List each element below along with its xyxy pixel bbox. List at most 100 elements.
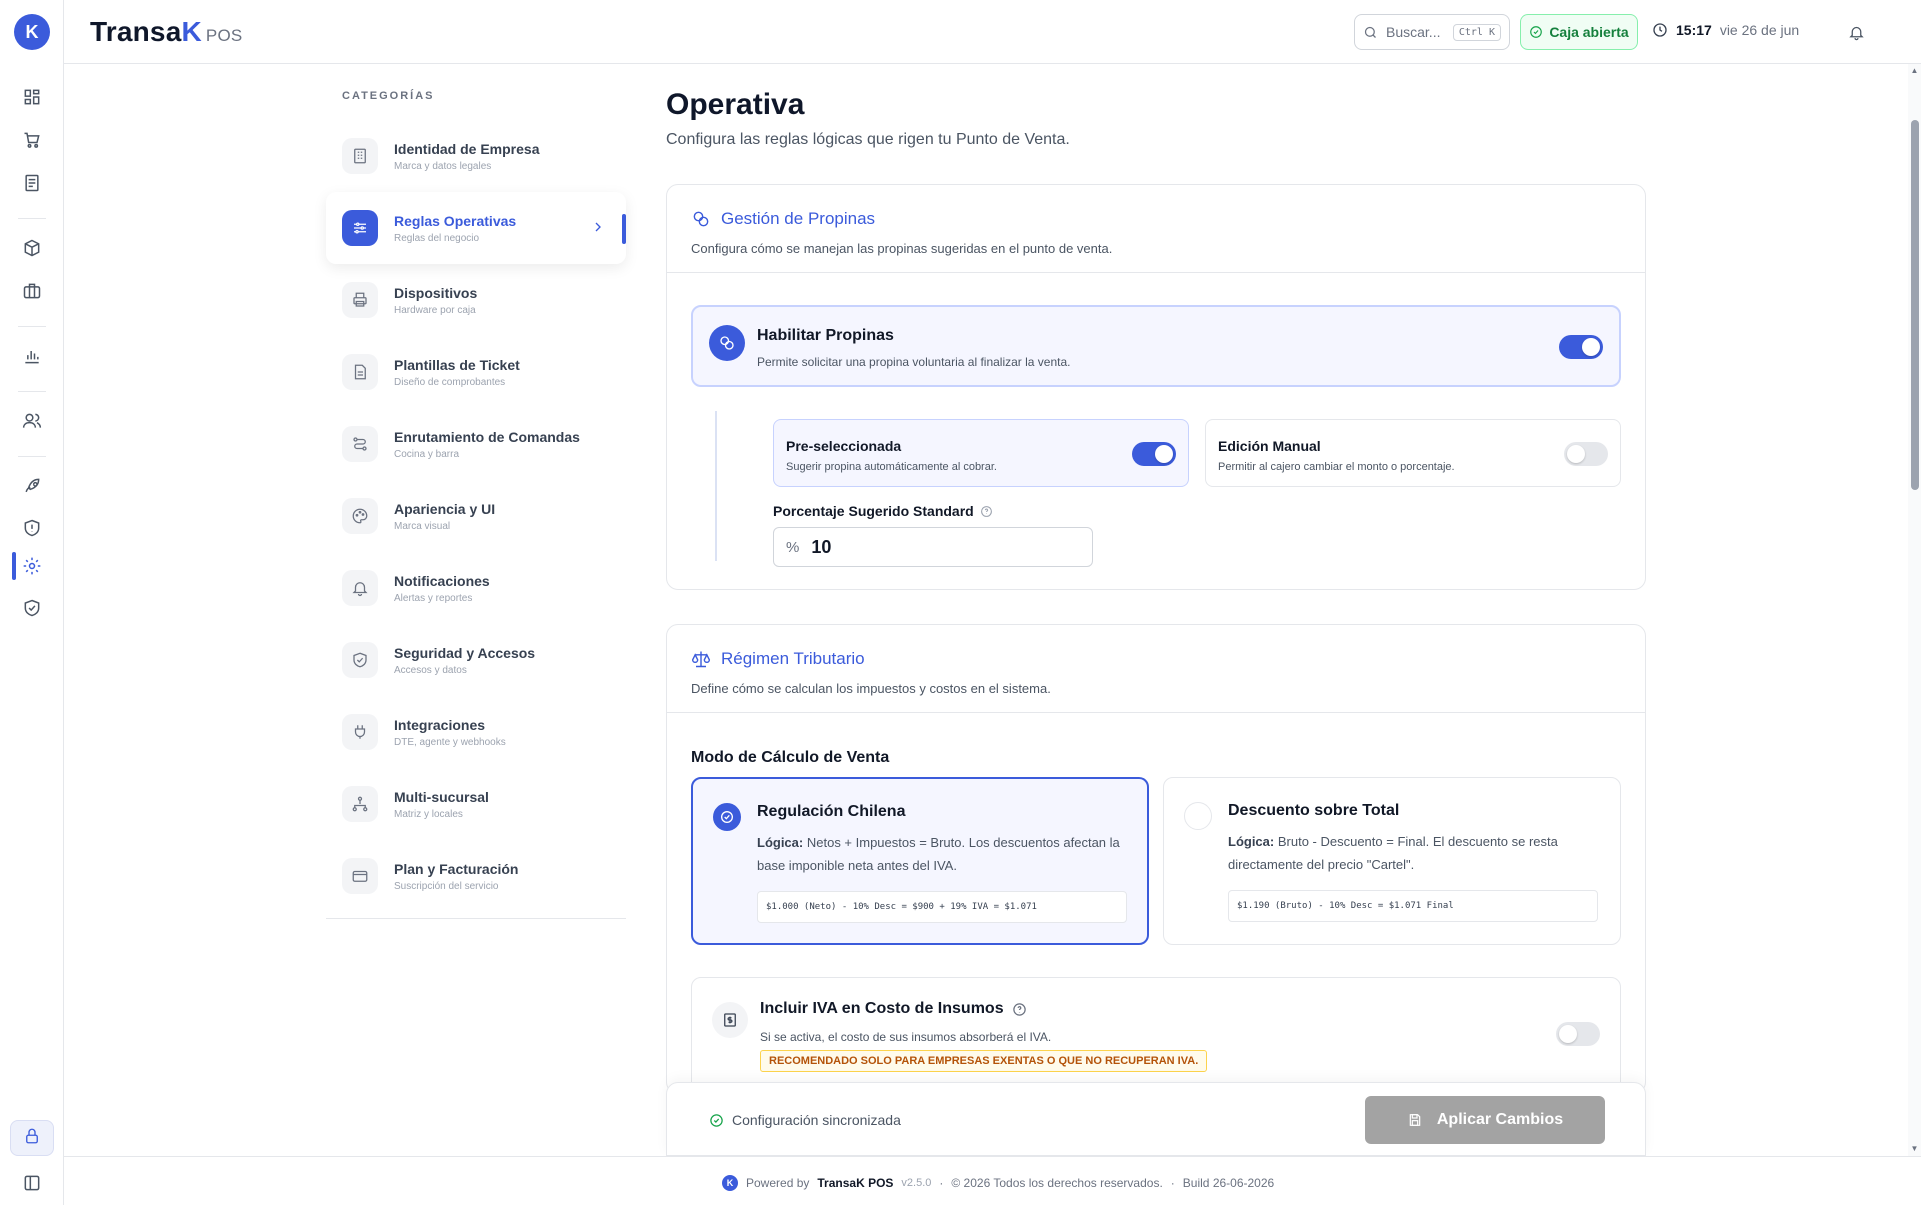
mode-total-description: Lógica: Bruto - Descuento = Final. El de…: [1228, 830, 1598, 876]
rocket-icon[interactable]: [17, 471, 47, 501]
bar-chart-icon[interactable]: [17, 341, 47, 371]
category-plan[interactable]: Plan y Facturación Suscripción del servic…: [326, 840, 626, 912]
category-dispositivos[interactable]: Dispositivos Hardware por caja: [326, 264, 626, 336]
bell-icon: [1848, 26, 1864, 40]
search-button[interactable]: Buscar... Ctrl K: [1354, 14, 1510, 50]
footer-version: v2.5.0: [901, 1177, 932, 1189]
preselect-toggle[interactable]: [1132, 442, 1176, 466]
category-plantillas[interactable]: Plantillas de Ticket Diseño de comprobant…: [326, 336, 626, 408]
apply-changes-label: Aplicar Cambios: [1436, 1111, 1564, 1128]
shield-check-icon: [342, 642, 378, 678]
footer: K Powered by TransaK POS v2.5.0 · © 2026…: [64, 1156, 1921, 1205]
search-shortcut: Ctrl K: [1452, 23, 1501, 41]
footer-brand: TransaK POS: [817, 1176, 894, 1190]
category-seguridad[interactable]: Seguridad y Accesos Accesos y datos: [326, 624, 626, 696]
page-subtitle: Configura las reglas lógicas que rigen t…: [666, 131, 1070, 148]
receipt-icon[interactable]: [17, 168, 47, 198]
briefcase-icon[interactable]: [17, 276, 47, 306]
toggle-knob: [1567, 445, 1585, 463]
category-label: Plan y Facturación: [394, 860, 519, 877]
percent-label: Porcentaje Sugerido Standard: [773, 503, 993, 519]
category-notificaciones[interactable]: Notificaciones Alertas y reportes: [326, 552, 626, 624]
help-icon[interactable]: [980, 505, 993, 518]
toggle-knob: [1582, 338, 1600, 356]
check-icon: [721, 811, 733, 823]
percent-input[interactable]: [811, 536, 1052, 558]
shield-check-icon[interactable]: [17, 593, 47, 623]
printer-icon: [342, 282, 378, 318]
rail-divider: [18, 218, 46, 219]
tax-card-header: Régimen Tributario Define cómo se calcul…: [667, 625, 1645, 713]
cart-icon[interactable]: [17, 125, 47, 155]
building-icon: [342, 138, 378, 174]
mode-total-discount-option[interactable]: Descuento sobre Total Lógica: Bruto - De…: [1163, 777, 1621, 945]
manual-edit-description: Permitir al cajero cambiar el monto o po…: [1218, 461, 1455, 473]
category-label: Identidad de Empresa: [394, 140, 540, 157]
brand-logo[interactable]: TransaK POS: [90, 16, 242, 48]
scroll-down-arrow[interactable]: ▼: [1910, 1144, 1919, 1153]
category-identidad[interactable]: Identidad de Empresa Marca y datos legale…: [326, 120, 626, 192]
iva-cost-row[interactable]: Incluir IVA en Costo de Insumos Si se ac…: [691, 977, 1621, 1093]
mode-chilean-label: Regulación Chilena: [757, 803, 906, 820]
tax-description: Define cómo se calculan los impuestos y …: [691, 681, 1051, 696]
manual-edit-option[interactable]: Edición Manual Permitir al cajero cambia…: [1205, 419, 1621, 487]
gear-icon[interactable]: [17, 551, 47, 581]
footer-dot: ·: [1170, 1176, 1175, 1190]
radio-checked: [713, 803, 741, 831]
category-reglas-operativas[interactable]: Reglas Operativas Reglas del negocio: [326, 192, 626, 264]
dollar-doc-icon: [712, 1002, 748, 1038]
category-label: Plantillas de Ticket: [394, 356, 520, 373]
app-logo[interactable]: K: [14, 14, 50, 50]
brand-k: K: [181, 16, 202, 47]
category-sub: DTE, agente y webhooks: [394, 736, 506, 748]
category-active-indicator: [622, 214, 626, 244]
apply-changes-button[interactable]: Aplicar Cambios: [1365, 1096, 1605, 1144]
notifications-button[interactable]: [1844, 20, 1868, 44]
enable-tips-toggle[interactable]: [1559, 335, 1603, 359]
main-scrollbar[interactable]: ▲ ▼: [1908, 64, 1921, 1156]
category-sub: Marca visual: [394, 520, 451, 532]
percent-field[interactable]: %: [773, 527, 1093, 567]
mode-chilean-text: Netos + Impuestos = Bruto. Los descuento…: [757, 835, 1120, 873]
sync-status-text: Configuración sincronizada: [732, 1112, 901, 1128]
category-sub: Alertas y reportes: [394, 592, 473, 604]
help-icon[interactable]: [1012, 1002, 1027, 1017]
category-label: Notificaciones: [394, 572, 490, 589]
users-icon[interactable]: [17, 406, 47, 436]
register-status-badge[interactable]: Caja abierta: [1520, 14, 1638, 50]
preselect-label: Pre-seleccionada: [786, 438, 902, 454]
rail-divider: [18, 456, 46, 457]
box-icon[interactable]: [17, 233, 47, 263]
manual-edit-toggle[interactable]: [1564, 442, 1608, 466]
brand-pos: POS: [205, 26, 243, 45]
category-apariencia[interactable]: Apariencia y UI Marca visual: [326, 480, 626, 552]
manual-edit-label: Edición Manual: [1218, 438, 1321, 454]
scale-icon: [691, 651, 711, 668]
rail-active-indicator: [12, 552, 16, 580]
category-integraciones[interactable]: Integraciones DTE, agente y webhooks: [326, 696, 626, 768]
category-enrutamiento[interactable]: Enrutamiento de Comandas Cocina y barra: [326, 408, 626, 480]
category-label: Reglas Operativas: [394, 212, 517, 229]
mode-chilean-option[interactable]: Regulación Chilena Lógica: Netos + Impue…: [691, 777, 1149, 945]
tips-title: Gestión de Propinas: [721, 209, 876, 228]
iva-cost-toggle[interactable]: [1556, 1022, 1600, 1046]
rail-divider: [18, 326, 46, 327]
panel-icon[interactable]: [17, 1168, 47, 1198]
category-sub: Hardware por caja: [394, 304, 476, 316]
scroll-up-arrow[interactable]: ▲: [1910, 66, 1919, 75]
rail-divider: [18, 391, 46, 392]
sync-status: Configuración sincronizada: [709, 1112, 901, 1128]
category-sub: Diseño de comprobantes: [394, 376, 506, 388]
lock-button[interactable]: [10, 1120, 54, 1156]
enable-tips-row[interactable]: Habilitar Propinas Permite solicitar una…: [691, 305, 1621, 387]
preselect-option[interactable]: Pre-seleccionada Sugerir propina automát…: [773, 419, 1189, 487]
shield-alert-icon[interactable]: [17, 513, 47, 543]
category-label: Dispositivos: [394, 284, 478, 301]
scrollbar-thumb[interactable]: [1911, 120, 1919, 490]
toggle-knob: [1155, 445, 1173, 463]
brand-name: Transa: [90, 16, 182, 47]
file-text-icon: [342, 354, 378, 390]
logic-prefix: Lógica:: [1228, 834, 1275, 849]
dashboard-icon[interactable]: [17, 82, 47, 112]
category-multisucursal[interactable]: Multi-sucursal Matriz y locales: [326, 768, 626, 840]
